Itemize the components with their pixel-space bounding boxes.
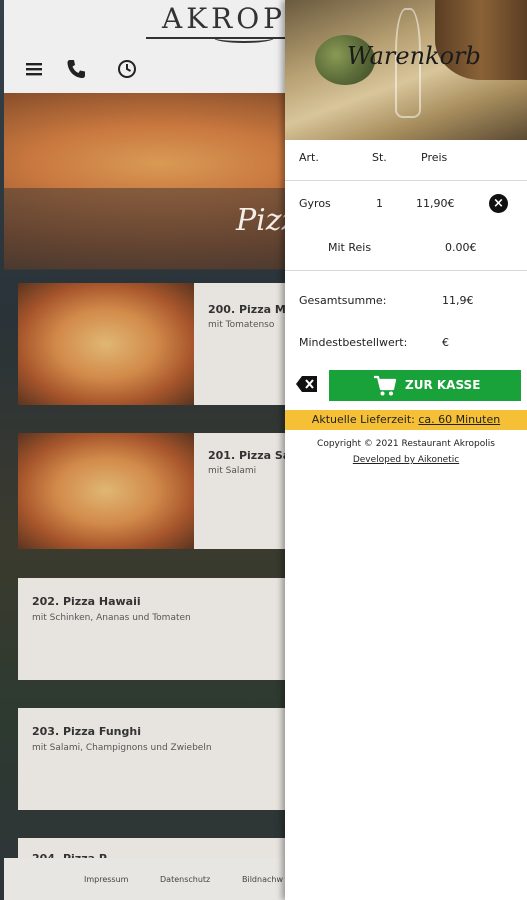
column-header-st: St. xyxy=(372,151,387,164)
menu-item-desc: mit Tomatenso xyxy=(208,320,275,330)
cart-item-price: 11,90€ xyxy=(416,197,455,210)
divider xyxy=(285,180,527,181)
total-value: 11,9€ xyxy=(442,294,474,307)
cart-extra-price: 0.00€ xyxy=(445,241,477,254)
remove-item-button[interactable]: × xyxy=(489,194,508,213)
cart-item-qty: 1 xyxy=(376,197,383,210)
clear-cart-button[interactable] xyxy=(295,375,319,393)
hamburger-icon[interactable] xyxy=(24,58,46,80)
delivery-label: Aktuelle Lieferzeit: xyxy=(311,413,415,426)
cart-panel: Warenkorb Art. St. Preis Gyros 1 11,90€ … xyxy=(285,0,527,900)
cart-item-name: Gyros xyxy=(299,197,331,210)
menu-item-name: 200. Pizza M xyxy=(208,303,286,316)
min-order-label: Mindestbestellwert: xyxy=(299,336,408,349)
footer-link-datenschutz[interactable]: Datenschutz xyxy=(160,875,210,884)
menu-item-name: 201. Pizza Sa xyxy=(208,449,291,462)
clock-icon[interactable] xyxy=(116,58,138,80)
checkout-button[interactable]: ZUR KASSE xyxy=(329,370,521,401)
column-header-art: Art. xyxy=(299,151,319,164)
checkout-label: ZUR KASSE xyxy=(405,378,481,392)
delivery-time-link[interactable]: ca. 60 Minuten xyxy=(418,413,500,426)
column-header-preis: Preis xyxy=(421,151,448,164)
divider xyxy=(285,270,527,271)
cart-banner: Warenkorb xyxy=(285,0,527,140)
shopping-cart-icon xyxy=(374,375,397,396)
footer-link-impressum[interactable]: Impressum xyxy=(84,875,128,884)
pizza-photo xyxy=(18,283,194,405)
phone-icon[interactable] xyxy=(65,58,87,80)
min-order-value: € xyxy=(442,336,449,349)
cart-title: Warenkorb xyxy=(347,42,481,70)
close-circle-icon: × xyxy=(493,196,504,211)
footer-link-bildnachweis[interactable]: Bildnachw xyxy=(242,875,283,884)
menu-item-name: 202. Pizza Hawaii xyxy=(32,595,141,608)
developer-link[interactable]: Developed by Aikonetic xyxy=(285,455,527,465)
pizza-photo xyxy=(18,433,194,549)
cart-extra-name: Mit Reis xyxy=(328,241,372,254)
menu-item-desc: mit Salami xyxy=(208,466,257,476)
logo-flourish xyxy=(214,33,274,43)
menu-item-desc: mit Salami, Champignons und Zwiebeln xyxy=(32,743,212,753)
total-label: Gesamtsumme: xyxy=(299,294,387,307)
menu-item-desc: mit Schinken, Ananas und Tomaten xyxy=(32,613,191,623)
site-logo[interactable]: AKROP xyxy=(162,2,286,35)
backspace-icon xyxy=(296,376,317,392)
copyright-text: Copyright © 2021 Restaurant Akropolis xyxy=(317,439,495,449)
delivery-time-bar: Aktuelle Lieferzeit: ca. 60 Minuten xyxy=(285,410,527,430)
menu-item-name: 203. Pizza Funghi xyxy=(32,725,141,738)
